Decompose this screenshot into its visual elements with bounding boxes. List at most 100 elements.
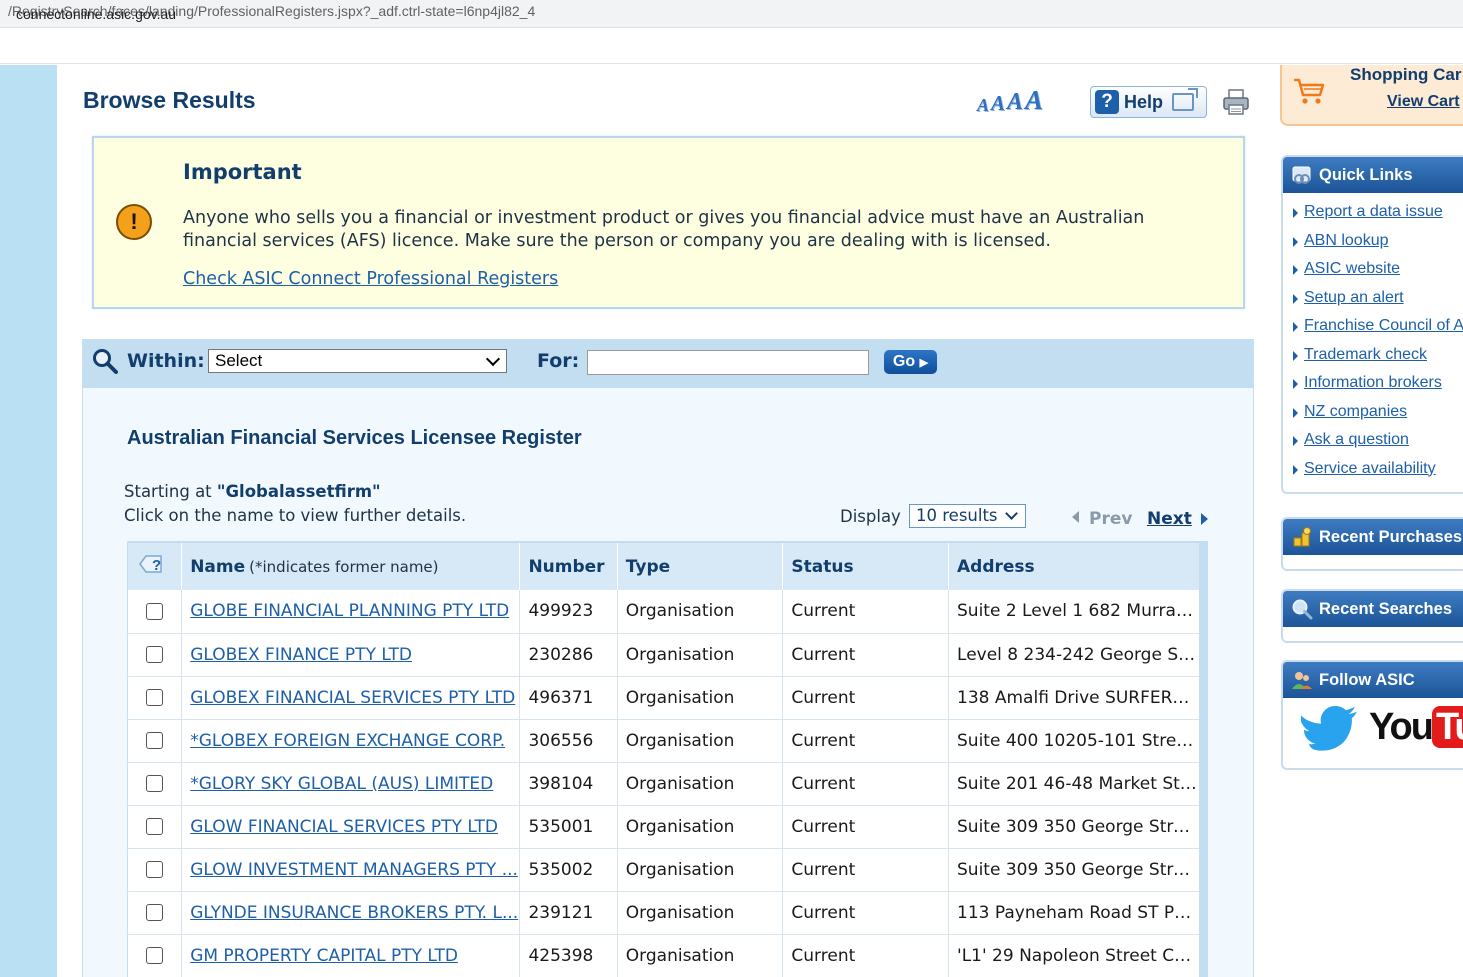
licensee-name-link[interactable]: GLOBE FINANCIAL PLANNING PTY LTD xyxy=(190,601,509,621)
address-cell: 113 Payneham Road ST PE... xyxy=(948,891,1204,935)
quick-link[interactable]: Ask a question xyxy=(1304,431,1409,448)
row-checkbox[interactable] xyxy=(146,904,164,921)
magnifier-icon xyxy=(1292,599,1313,620)
row-select-cell xyxy=(127,676,183,720)
twitter-icon[interactable] xyxy=(1301,706,1361,754)
quick-link[interactable]: Trademark check xyxy=(1304,346,1427,363)
quick-link[interactable]: Franchise Council of A xyxy=(1304,317,1463,334)
social-links: YouTube xyxy=(1283,698,1463,760)
register-title: Australian Financial Services Licensee R… xyxy=(127,427,582,449)
link-icon xyxy=(1292,166,1311,184)
number-cell: 535001 xyxy=(519,805,618,849)
shopping-cart-title: Shopping Car xyxy=(1350,65,1462,84)
help-label: Help xyxy=(1124,91,1164,112)
licensee-name-link[interactable]: GLYNDE INSURANCE BROKERS PTY. L... xyxy=(190,903,518,923)
next-arrow-icon[interactable] xyxy=(1201,513,1208,525)
quick-links-title: Quick Links xyxy=(1319,165,1413,184)
row-select-cell xyxy=(127,891,183,935)
quick-link[interactable]: Service availability xyxy=(1304,460,1436,477)
row-checkbox[interactable] xyxy=(146,602,164,620)
row-checkbox[interactable] xyxy=(146,689,164,706)
font-size-small-button[interactable]: A xyxy=(977,95,989,116)
licensee-name-link[interactable]: GLOBEX FINANCIAL SERVICES PTY LTD xyxy=(190,688,515,708)
display-count-select[interactable]: 10 results xyxy=(909,504,1026,528)
table-row: GLOW FINANCIAL SERVICES PTY LTD 535001 Org… xyxy=(127,805,1204,849)
address-cell: Level 8 234-242 George St... xyxy=(948,633,1204,677)
address-cell: Suite 2 Level 1 682 Murray ... xyxy=(948,590,1204,634)
recent-purchases-header[interactable]: Recent Purchases xyxy=(1283,519,1463,555)
name-cell: GLOW INVESTMENT MANAGERS PTY ... xyxy=(181,848,521,892)
licensee-name-link[interactable]: GLOBEX FINANCE PTY LTD xyxy=(190,645,412,665)
number-cell: 230286 xyxy=(519,633,618,677)
view-cart-link[interactable]: View Cart xyxy=(1387,93,1460,111)
important-title: Important xyxy=(183,160,302,184)
font-size-xlarge-button[interactable]: A xyxy=(1025,85,1043,116)
row-checkbox[interactable] xyxy=(146,775,164,792)
address-cell: Suite 309 350 George Stre... xyxy=(948,805,1204,849)
row-select-cell xyxy=(127,719,183,763)
table-row: GLYNDE INSURANCE BROKERS PTY. L... 239121… xyxy=(127,891,1204,935)
go-button[interactable]: Go ▶ xyxy=(884,350,937,374)
type-cell: Organisation xyxy=(617,805,784,849)
row-checkbox[interactable] xyxy=(146,732,164,749)
follow-asic-header: Follow ASIC xyxy=(1283,662,1463,698)
help-button[interactable]: ? Help xyxy=(1090,86,1207,118)
check-professional-registers-link[interactable]: Check ASIC Connect Professional Register… xyxy=(183,269,558,289)
type-column-header: Type xyxy=(617,541,784,590)
quick-link[interactable]: NZ companies xyxy=(1304,403,1407,420)
row-checkbox[interactable] xyxy=(146,861,164,878)
row-checkbox[interactable] xyxy=(146,646,164,663)
youtube-icon[interactable]: YouTube xyxy=(1369,706,1463,749)
quick-link-item: ABN lookup xyxy=(1291,232,1463,261)
row-checkbox[interactable] xyxy=(146,818,164,835)
row-checkbox[interactable] xyxy=(146,947,164,964)
address-cell: Suite 309 350 George Stre... xyxy=(948,848,1204,892)
question-tag-icon[interactable]: ? xyxy=(136,551,164,577)
recent-searches-widget: Recent Searches xyxy=(1281,589,1463,643)
licensee-name-link[interactable]: GLOW FINANCIAL SERVICES PTY LTD xyxy=(190,817,498,837)
name-cell: GLOBE FINANCIAL PLANNING PTY LTD xyxy=(181,590,521,634)
results-body: GLOBE FINANCIAL PLANNING PTY LTD 499923 Or… xyxy=(127,590,1204,977)
table-row: GM PROPERTY CAPITAL PTY LTD 425398 Organis… xyxy=(127,934,1204,977)
quick-link[interactable]: ABN lookup xyxy=(1304,232,1389,249)
licensee-name-link[interactable]: *GLOBEX FOREIGN EXCHANGE CORP. xyxy=(190,731,505,751)
recent-searches-header[interactable]: Recent Searches xyxy=(1283,591,1463,627)
licensee-name-link[interactable]: GM PROPERTY CAPITAL PTY LTD xyxy=(190,946,458,966)
table-header-row: ? Name (*indicates former name) Number Ty… xyxy=(127,541,1204,590)
licensee-name-link[interactable]: GLOW INVESTMENT MANAGERS PTY ... xyxy=(190,860,518,880)
starting-value: "Globalassetfirm" xyxy=(216,482,381,501)
number-cell: 499923 xyxy=(519,590,618,634)
within-label: Within: xyxy=(127,350,205,372)
next-page-link[interactable]: Next xyxy=(1147,509,1192,529)
address-column-header: Address xyxy=(948,541,1204,590)
quick-link[interactable]: ASIC website xyxy=(1304,260,1400,277)
header-spacer xyxy=(0,28,1463,64)
type-cell: Organisation xyxy=(617,934,784,977)
print-icon[interactable] xyxy=(1222,88,1250,116)
quick-link[interactable]: Report a data issue xyxy=(1304,203,1443,220)
important-notice: ! Important Anyone who sells you a finan… xyxy=(92,136,1245,309)
status-cell: Current xyxy=(782,805,950,849)
search-input[interactable] xyxy=(587,350,869,375)
quick-link[interactable]: Information brokers xyxy=(1304,374,1442,391)
font-size-large-button[interactable]: A xyxy=(1007,89,1023,116)
address-cell: Suite 201 46-48 Market Str... xyxy=(948,762,1204,806)
licensee-name-link[interactable]: *GLORY SKY GLOBAL (AUS) LIMITED xyxy=(190,774,493,794)
table-row: *GLOBEX FOREIGN EXCHANGE CORP. 306556 Orga… xyxy=(127,719,1204,763)
quick-links-header: Quick Links xyxy=(1283,157,1463,193)
name-cell: GLOW FINANCIAL SERVICES PTY LTD xyxy=(181,805,521,849)
type-cell: Organisation xyxy=(617,590,784,634)
type-cell: Organisation xyxy=(617,762,784,806)
font-size-medium-button[interactable]: A xyxy=(991,91,1005,116)
shopping-cart-icon xyxy=(1294,78,1325,104)
status-cell: Current xyxy=(782,762,950,806)
people-icon xyxy=(1292,672,1312,689)
browser-url-bar[interactable]: connectonline.asic.gov.au/RegistrySearch… xyxy=(0,0,1463,28)
url-host: connectonline.asic.gov.au xyxy=(16,6,177,22)
row-select-cell xyxy=(127,633,183,677)
within-select[interactable]: Select xyxy=(208,349,507,373)
quick-link[interactable]: Setup an alert xyxy=(1304,289,1404,306)
recent-purchases-title: Recent Purchases xyxy=(1319,527,1463,546)
table-row: GLOBE FINANCIAL PLANNING PTY LTD 499923 Or… xyxy=(127,590,1204,634)
external-window-icon xyxy=(1172,88,1199,111)
